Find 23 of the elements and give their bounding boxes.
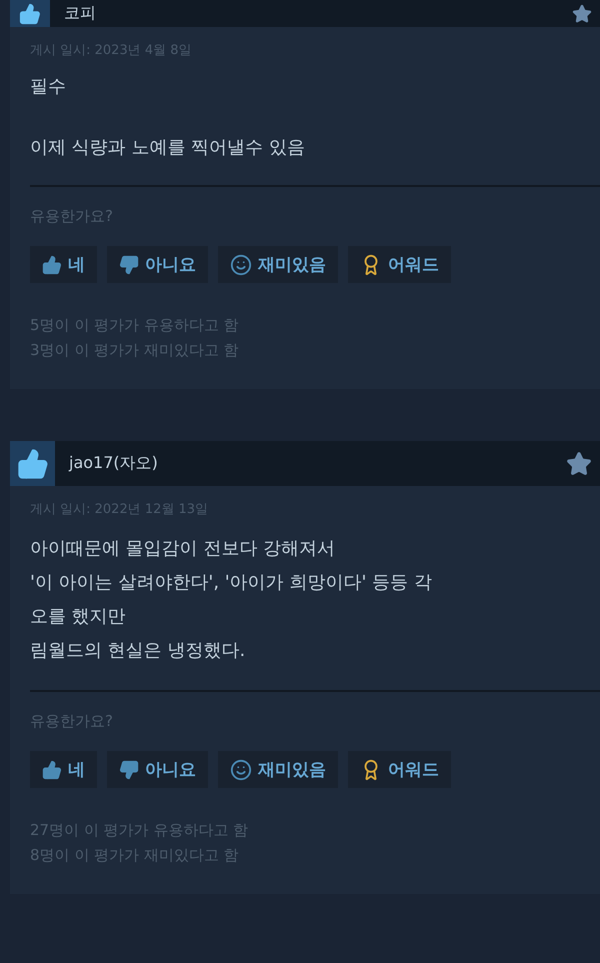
thumbs-up-avatar xyxy=(10,441,55,486)
yes-vote-button[interactable]: 네 xyxy=(30,751,97,788)
funny-vote-button[interactable]: 재미있음 xyxy=(218,751,338,788)
yes-vote-button[interactable]: 네 xyxy=(30,246,97,283)
no-vote-button[interactable]: 아니요 xyxy=(107,246,208,283)
smiley-icon xyxy=(230,758,252,780)
author-name[interactable]: 코피 xyxy=(64,3,572,24)
star-icon[interactable] xyxy=(566,450,592,476)
author-name[interactable]: jao17(자오) xyxy=(69,453,566,474)
review-text: 아이때문에 몰입감이 전보다 강해져서 '이 아이는 살려야한다', '아이가 희망이다' 등등 각 오를 했지만 림월드의 현실은 냉정했다. xyxy=(30,537,432,663)
thumbs-down-icon xyxy=(119,760,139,780)
thumbs-up-icon xyxy=(42,254,62,274)
thumbs-up-icon xyxy=(42,760,62,780)
thumbs-up-avatar xyxy=(10,0,50,27)
no-vote-button[interactable]: 아니요 xyxy=(107,751,208,788)
award-vote-button[interactable]: 어워드 xyxy=(348,246,451,283)
review-text: 필수 xyxy=(30,75,66,99)
review-text: 이제 식량과 노예를 찍어낼수 있음 xyxy=(30,136,305,160)
star-icon[interactable] xyxy=(572,4,592,24)
thumbs-down-icon xyxy=(119,254,139,274)
smiley-icon xyxy=(230,254,252,276)
award-vote-button[interactable]: 어워드 xyxy=(348,751,451,788)
funny-vote-button[interactable]: 재미있음 xyxy=(218,246,338,283)
